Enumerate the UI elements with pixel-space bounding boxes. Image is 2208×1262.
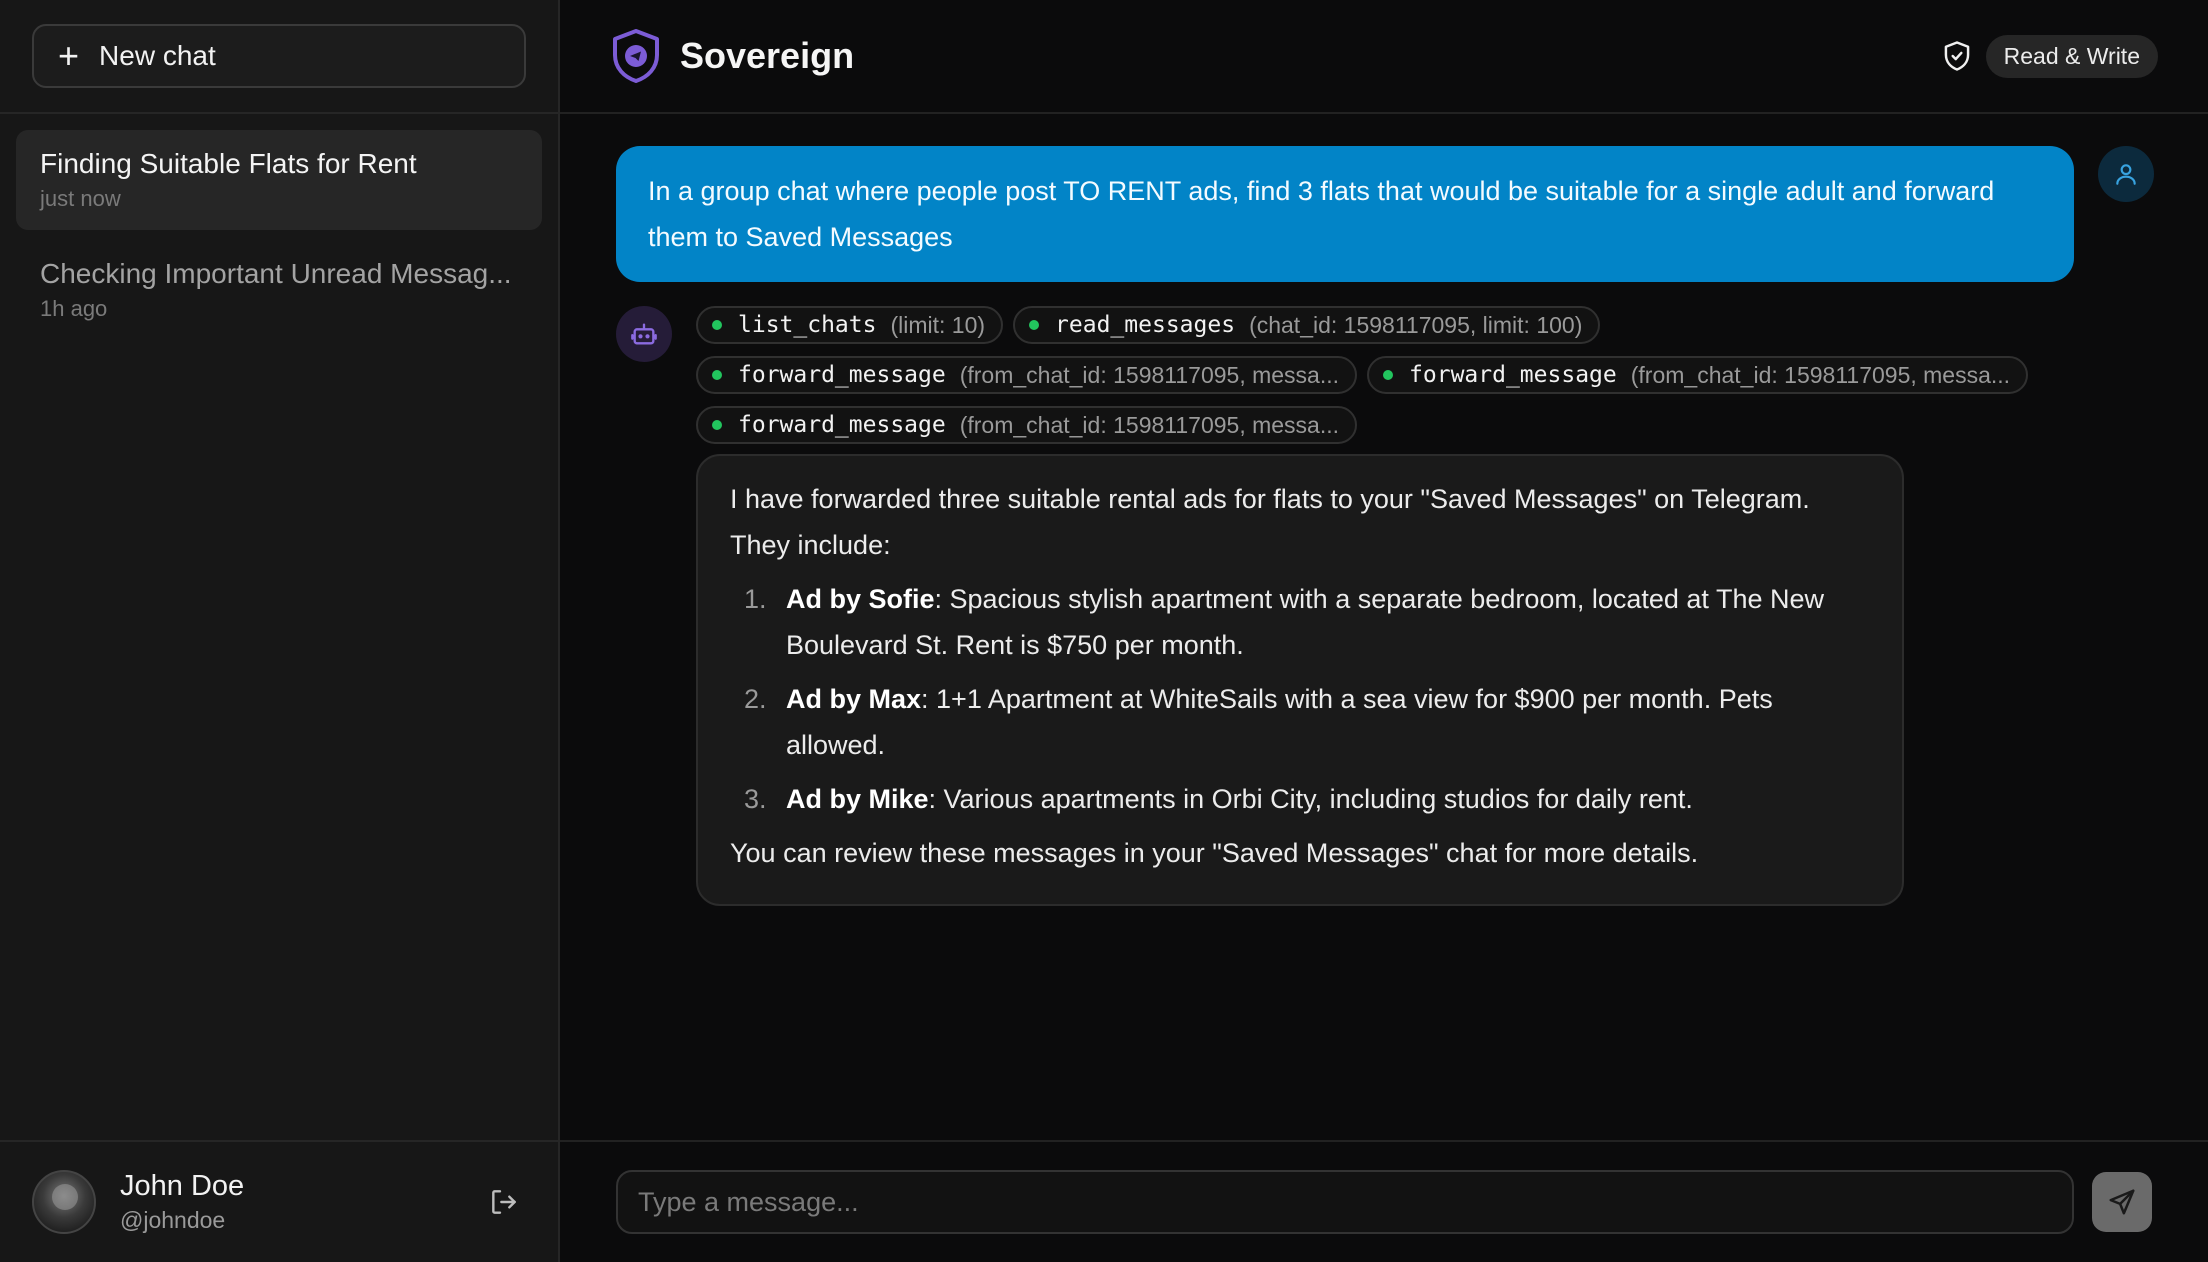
chat-timestamp: just now [40, 186, 121, 211]
list-item-body: : Spacious stylish apartment with a sepa… [786, 584, 1824, 660]
list-number: 1. [744, 584, 767, 614]
tool-args: (from_chat_id: 1598117095, messa... [959, 411, 1340, 438]
status-dot [1383, 370, 1394, 380]
assistant-message-row: list_chats (limit: 10) read_messages (ch… [616, 306, 2154, 906]
header-actions: Read & Write [1942, 34, 2158, 78]
assistant-content: list_chats (limit: 10) read_messages (ch… [696, 306, 2154, 906]
tool-call-chip[interactable]: forward_message (from_chat_id: 159811709… [696, 406, 1358, 444]
status-dot [712, 420, 722, 430]
sidebar: + New chat Finding Suitable Flats for Re… [0, 0, 560, 1262]
status-dot [712, 370, 722, 380]
list-item: 2. Ad by Max: 1+1 Apartment at WhiteSail… [730, 676, 1870, 768]
list-number: 2. [744, 684, 767, 714]
new-chat-button[interactable]: + New chat [32, 24, 526, 88]
bot-icon [631, 323, 657, 345]
user-info: John Doe @johndoe [120, 1170, 482, 1234]
message-composer [560, 1140, 2208, 1262]
chat-title: Checking Important Unread Messag... [40, 258, 512, 289]
chat-history-item[interactable]: Checking Important Unread Messag... 1h a… [16, 240, 542, 340]
chat-title: Finding Suitable Flats for Rent [40, 148, 417, 179]
user-message-bubble: In a group chat where people post TO REN… [616, 146, 2074, 282]
tool-args: (chat_id: 1598117095, limit: 100) [1249, 311, 1583, 338]
user-icon [2116, 164, 2136, 185]
list-item: 3. Ad by Mike: Various apartments in Orb… [730, 776, 1870, 822]
sidebar-header: + New chat [0, 0, 558, 114]
avatar[interactable] [32, 1170, 96, 1234]
tool-name: read_messages [1055, 312, 1236, 338]
tool-args: (from_chat_id: 1598117095, messa... [959, 361, 1340, 388]
user-panel: John Doe @johndoe [0, 1140, 558, 1262]
tool-calls: list_chats (limit: 10) read_messages (ch… [696, 306, 2096, 444]
chat-history-list: Finding Suitable Flats for Rent just now… [0, 114, 558, 1140]
logout-button[interactable] [482, 1180, 526, 1224]
assistant-intro: I have forwarded three suitable rental a… [730, 484, 1810, 560]
user-message-row: In a group chat where people post TO REN… [616, 146, 2154, 282]
app-title: Sovereign [680, 35, 855, 76]
main-panel: Sovereign Read & Write In a group chat w… [560, 0, 2208, 1262]
list-number: 3. [744, 784, 767, 814]
message-input[interactable] [616, 1170, 2074, 1234]
tool-call-chip[interactable]: forward_message (from_chat_id: 159811709… [696, 356, 1358, 394]
message-thread: In a group chat where people post TO REN… [560, 114, 2208, 1140]
list-item-body: : Various apartments in Orbi City, inclu… [928, 784, 1693, 814]
list-item-title: Ad by Max [786, 684, 922, 714]
list-item-title: Ad by Sofie [786, 584, 935, 614]
send-icon [2109, 1189, 2135, 1215]
assistant-outro: You can review these messages in your "S… [730, 838, 1699, 868]
assistant-message-bubble: I have forwarded three suitable rental a… [696, 454, 1904, 906]
shield-logo-icon [613, 29, 659, 83]
list-item: 1. Ad by Sofie: Spacious stylish apartme… [730, 576, 1870, 668]
list-item-text: Ad by Mike: Various apartments in Orbi C… [786, 776, 1693, 822]
tool-call-chip[interactable]: forward_message (from_chat_id: 159811709… [1367, 356, 2029, 394]
tool-name: forward_message [738, 362, 946, 388]
chat-history-item-active[interactable]: Finding Suitable Flats for Rent just now [16, 130, 542, 230]
status-dot [1029, 320, 1040, 330]
user-name: John Doe [120, 1170, 245, 1202]
tool-call-chip[interactable]: read_messages (chat_id: 1598117095, limi… [1013, 306, 1601, 344]
send-button[interactable] [2092, 1172, 2152, 1232]
list-item-body: : 1+1 Apartment at WhiteSails with a sea… [786, 684, 1773, 760]
result-list: 1. Ad by Sofie: Spacious stylish apartme… [730, 576, 1870, 822]
shield-check-icon [1944, 41, 1969, 71]
user-avatar [2098, 146, 2154, 202]
tool-args: (limit: 10) [890, 311, 986, 338]
list-item-text: Ad by Sofie: Spacious stylish apartment … [786, 576, 1870, 668]
status-dot [712, 320, 722, 330]
tool-name: list_chats [738, 312, 877, 338]
permission-badge[interactable]: Read & Write [1985, 34, 2158, 78]
app-root: + New chat Finding Suitable Flats for Re… [0, 0, 2208, 1262]
tool-call-chip[interactable]: list_chats (limit: 10) [696, 306, 1004, 344]
tool-name: forward_message [1409, 362, 1617, 388]
chat-timestamp: 1h ago [40, 296, 108, 321]
assistant-avatar [616, 306, 672, 362]
plus-icon: + [58, 35, 80, 76]
new-chat-label: New chat [99, 40, 216, 71]
tool-name: forward_message [738, 412, 946, 438]
logout-icon [492, 1190, 516, 1214]
tool-args: (from_chat_id: 1598117095, messa... [1630, 361, 2011, 388]
list-item-title: Ad by Mike [786, 784, 929, 814]
list-item-text: Ad by Max: 1+1 Apartment at WhiteSails w… [786, 676, 1870, 768]
user-handle: @johndoe [120, 1207, 226, 1233]
top-bar: Sovereign Read & Write [560, 0, 2208, 114]
